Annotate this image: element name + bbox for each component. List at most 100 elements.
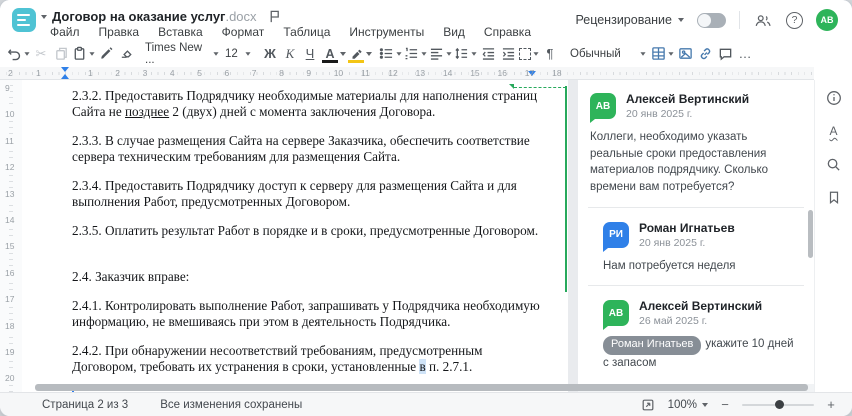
v-ruler: 9 10 11 12 13 14 15 16 17 18 19 20 (0, 80, 22, 392)
insert-link-button[interactable] (695, 43, 715, 65)
bold-button[interactable]: Ж (260, 43, 280, 65)
horizontal-scrollbar[interactable] (35, 384, 808, 391)
fit-page-icon[interactable] (638, 395, 658, 415)
chevron-down-icon (702, 402, 708, 407)
comment-avatar: АВ (590, 93, 616, 123)
font-color-button[interactable]: А (320, 43, 340, 65)
mention-chip[interactable]: Роман Игнатьев (603, 336, 702, 356)
comment-separator (588, 206, 804, 208)
align-caret-icon[interactable] (446, 51, 452, 56)
menu-view[interactable]: Вид (443, 25, 465, 39)
paragraph[interactable]: 2.4. Заказчик вправе: (72, 269, 544, 285)
commented-text[interactable]: позднее (125, 104, 169, 119)
clear-formatting-button[interactable] (116, 43, 136, 65)
paragraph[interactable]: 2.3.2. Предоставить Подрядчику необходим… (72, 88, 544, 120)
help-button[interactable]: ? (786, 11, 803, 29)
review-toggle[interactable] (697, 12, 726, 28)
bullet-list-caret-icon[interactable] (396, 51, 402, 56)
bullet-list-button[interactable] (378, 43, 403, 65)
first-line-indent-marker[interactable] (61, 67, 69, 72)
undo-caret-icon[interactable] (24, 51, 30, 56)
paragraph-borders-caret-icon[interactable] (533, 51, 539, 56)
document-page[interactable]: 2.3.2. Предоставить Подрядчику необходим… (22, 80, 568, 401)
align-button[interactable] (428, 43, 453, 65)
show-formatting-marks-button[interactable]: ¶ (540, 43, 560, 65)
chevron-down-icon (213, 51, 219, 56)
italic-button[interactable]: К (280, 43, 300, 65)
comment[interactable]: АВ Алексей Вертинский 20 янв 2025 г. Кол… (588, 90, 804, 196)
left-indent-marker[interactable] (61, 74, 69, 79)
font-size-select[interactable]: 12 (222, 43, 254, 65)
menu-tools[interactable]: Инструменты (349, 25, 424, 39)
bookmark-icon[interactable] (824, 187, 844, 207)
menu-table[interactable]: Таблица (283, 25, 330, 39)
search-icon[interactable] (824, 154, 844, 174)
font-family-select[interactable]: Times New ... (142, 42, 222, 66)
comment-reply[interactable]: РИ Роман Игнатьев 20 янв 2025 г. Нам пот… (588, 219, 804, 275)
collaboration-users-icon[interactable] (753, 10, 773, 30)
user-avatar[interactable]: АВ (816, 9, 838, 31)
comment-author: Алексей Вертинский (639, 299, 763, 314)
toolbar-more-button[interactable]: … (735, 43, 755, 65)
insert-image-button[interactable] (675, 43, 695, 65)
numbered-list-caret-icon[interactable] (421, 51, 427, 56)
paragraph-borders-button[interactable] (518, 43, 540, 65)
status-bar: Страница 2 из 3 Все изменения сохранены … (0, 392, 852, 416)
menu-help[interactable]: Справка (484, 25, 531, 39)
comment-author: Роман Игнатьев (639, 220, 735, 235)
zoom-slider-knob[interactable] (775, 399, 784, 409)
comment-text: Коллеги, необходимо указать реальные сро… (590, 131, 769, 194)
highlight-color-button[interactable] (346, 43, 366, 65)
main-area: 9 10 11 12 13 14 15 16 17 18 19 20 2.3.2. Предостав… (0, 80, 852, 401)
chevron-down-icon (245, 51, 251, 56)
page-indicator[interactable]: Страница 2 из 3 (42, 399, 128, 411)
paragraph[interactable]: 2.3.4. Предоставить Подрядчику доступ к … (72, 178, 544, 210)
add-comment-button[interactable] (715, 43, 735, 65)
insert-table-button[interactable] (650, 43, 675, 65)
comment-date: 26 май 2025 г. (639, 315, 708, 328)
paste-caret-icon[interactable] (89, 51, 95, 56)
paragraph[interactable]: 2.4.2. При обнаружении несоответствий тр… (72, 343, 544, 375)
underline-button[interactable]: Ч (300, 43, 320, 65)
highlight-caret-icon[interactable] (366, 51, 372, 56)
spellcheck-icon[interactable]: А (824, 121, 844, 141)
numbered-list-button[interactable] (403, 43, 428, 65)
menu-insert[interactable]: Вставка (158, 25, 203, 39)
paragraph-style-select[interactable]: Обычный (566, 43, 650, 65)
zoom-out-button[interactable]: − (718, 397, 732, 412)
menu-edit[interactable]: Правка (99, 25, 140, 39)
paragraph[interactable]: 2.4.1. Контролировать выполнение Работ, … (72, 298, 544, 330)
flag-icon[interactable] (265, 6, 285, 26)
increase-indent-button[interactable] (498, 43, 518, 65)
document-text[interactable]: 2.3.2. Предоставить Подрядчику необходим… (72, 88, 544, 401)
line-spacing-button[interactable] (453, 43, 478, 65)
comment-avatar: АВ (603, 300, 629, 331)
right-sidebar: А (814, 80, 852, 392)
app-logo-icon[interactable] (12, 8, 36, 32)
menu-file[interactable]: Файл (50, 25, 80, 39)
vertical-scrollbar[interactable] (808, 210, 813, 258)
undo-button[interactable] (6, 43, 31, 65)
zoom-level-select[interactable]: 100% (668, 399, 708, 411)
info-icon[interactable] (824, 88, 844, 108)
chevron-down-icon (678, 18, 684, 22)
table-caret-icon[interactable] (668, 51, 674, 56)
review-mode-dropdown[interactable]: Рецензирование (575, 13, 684, 27)
comment-date: 20 янв 2025 г. (626, 108, 693, 120)
zoom-slider[interactable] (742, 399, 814, 409)
app-menu-caret-icon[interactable] (41, 15, 47, 19)
paste-button[interactable] (71, 43, 96, 65)
copy-button[interactable] (51, 43, 71, 65)
h-ruler: 2 1 1 2 3 4 5 6 7 8 9 10 11 12 13 14 15 16 17 18 (0, 67, 814, 80)
comment-thread[interactable]: АВ Алексей Вертинский 20 янв 2025 г. Кол… (578, 80, 814, 384)
menu-format[interactable]: Формат (222, 25, 265, 39)
cut-button[interactable]: ✂ (31, 43, 51, 65)
toolbar: ✂ Times New ... 12 Ж К Ч А ¶ Обычный … (0, 40, 852, 67)
zoom-in-button[interactable]: + (824, 397, 838, 412)
format-painter-button[interactable] (96, 43, 116, 65)
decrease-indent-button[interactable] (478, 43, 498, 65)
line-spacing-caret-icon[interactable] (471, 51, 477, 56)
paragraph[interactable]: 2.3.3. В случае размещения Сайта на серв… (72, 133, 544, 165)
paragraph[interactable]: 2.3.5. Оплатить результат Работ в порядк… (72, 223, 544, 239)
comment-reply[interactable]: АВ Алексей Вертинский 26 май 2025 г. Ром… (588, 297, 804, 372)
